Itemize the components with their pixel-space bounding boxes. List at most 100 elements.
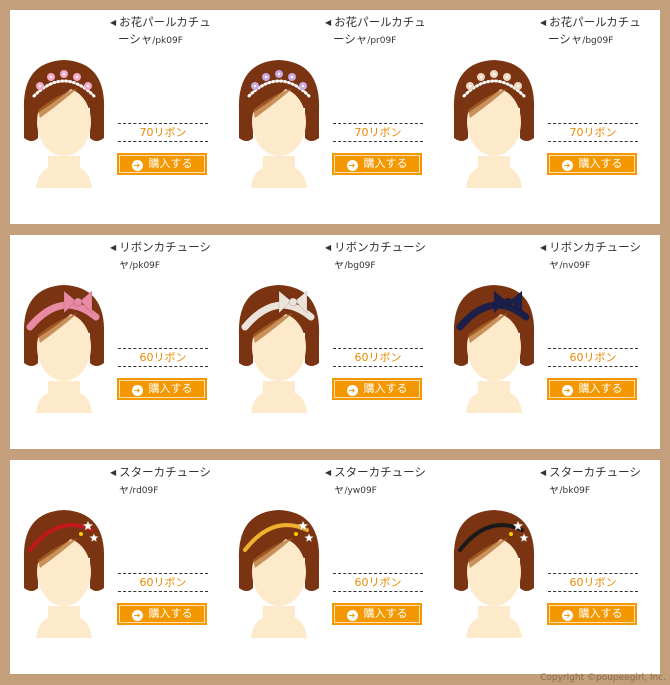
triangle-left-icon: ◀ xyxy=(325,243,332,252)
arrow-right-circle-icon: ➔ xyxy=(561,610,573,621)
product-title-link[interactable]: ◀ お花パールカチュ ーシャ/pk09F xyxy=(110,14,225,49)
arrow-right-circle-icon: ➔ xyxy=(131,160,143,171)
triangle-left-icon: ◀ xyxy=(110,18,117,27)
product-card: ◀ お花パールカチュ ーシャ/pk09F 70リボン ➔ 購入する xyxy=(10,10,225,224)
product-title-link[interactable]: ◀ スターカチューシ ャ/rd09F xyxy=(110,464,225,499)
buy-button-label: 購入する xyxy=(578,607,623,620)
arrow-right-circle-icon: ➔ xyxy=(561,160,573,171)
product-sku: /pk09F xyxy=(129,261,161,271)
product-row: ◀ リボンカチューシ ャ/pk09F 60リボン ➔ 購入する ◀ リボンカチューシ … xyxy=(10,235,660,449)
buy-button-label: 購入する xyxy=(363,607,408,620)
product-name-cont: ーシャ xyxy=(118,32,153,46)
product-card: ◀ リボンカチューシ ャ/bg09F 60リボン ➔ 購入する xyxy=(225,235,440,449)
product-name-cont: ャ xyxy=(548,482,560,496)
product-name: お花パールカチュ xyxy=(334,15,426,29)
triangle-left-icon: ◀ xyxy=(540,243,547,252)
product-card: ◀ スターカチューシ ャ/bk09F 60リボン ➔ 購入する xyxy=(440,460,655,674)
buy-button-label: 購入する xyxy=(148,607,193,620)
buy-button[interactable]: ➔ 購入する xyxy=(332,603,422,625)
product-sku: /bg09F xyxy=(582,36,614,46)
avatar-headband-image[interactable] xyxy=(18,48,110,188)
product-name-cont: ャ xyxy=(333,257,345,271)
buy-button[interactable]: ➔ 購入する xyxy=(117,153,207,175)
price-label: 60リボン xyxy=(333,348,423,367)
triangle-left-icon: ◀ xyxy=(325,18,332,27)
price-label: 60リボン xyxy=(548,348,638,367)
avatar-headband-image[interactable] xyxy=(233,273,325,413)
price-label: 60リボン xyxy=(118,348,208,367)
product-sku: /rd09F xyxy=(129,486,159,496)
product-name-cont: ャ xyxy=(118,257,130,271)
buy-button-label: 購入する xyxy=(578,157,623,170)
arrow-right-circle-icon: ➔ xyxy=(131,610,143,621)
product-name: お花パールカチュ xyxy=(549,15,641,29)
product-card: ◀ お花パールカチュ ーシャ/bg09F 70リボン ➔ 購入する xyxy=(440,10,655,224)
product-sku: /pk09F xyxy=(152,36,183,46)
buy-button[interactable]: ➔ 購入する xyxy=(332,378,422,400)
triangle-left-icon: ◀ xyxy=(325,468,332,477)
copyright-text: Copyright ©poupeegirl, Inc. xyxy=(540,673,666,683)
avatar-headband-image[interactable] xyxy=(448,273,540,413)
price-label: 70リボン xyxy=(548,123,638,142)
triangle-left-icon: ◀ xyxy=(110,243,117,252)
product-title-link[interactable]: ◀ リボンカチューシ ャ/nv09F xyxy=(540,239,655,274)
arrow-right-circle-icon: ➔ xyxy=(346,385,358,396)
avatar-headband-image[interactable] xyxy=(233,48,325,188)
price-label: 70リボン xyxy=(118,123,208,142)
product-name: スターカチューシ xyxy=(549,465,641,479)
triangle-left-icon: ◀ xyxy=(540,18,547,27)
product-name-cont: ャ xyxy=(333,482,345,496)
product-card: ◀ お花パールカチュ ーシャ/pr09F 70リボン ➔ 購入する xyxy=(225,10,440,224)
buy-button[interactable]: ➔ 購入する xyxy=(332,153,422,175)
arrow-right-circle-icon: ➔ xyxy=(131,385,143,396)
triangle-left-icon: ◀ xyxy=(110,468,117,477)
product-name-cont: ーシャ xyxy=(548,32,583,46)
avatar-headband-image[interactable] xyxy=(233,498,325,638)
buy-button[interactable]: ➔ 購入する xyxy=(547,153,637,175)
product-title-link[interactable]: ◀ お花パールカチュ ーシャ/pr09F xyxy=(325,14,440,49)
product-name-cont: ーシャ xyxy=(333,32,368,46)
product-sku: /pr09F xyxy=(367,36,397,46)
product-card: ◀ リボンカチューシ ャ/pk09F 60リボン ➔ 購入する xyxy=(10,235,225,449)
avatar-headband-image[interactable] xyxy=(18,273,110,413)
buy-button[interactable]: ➔ 購入する xyxy=(547,603,637,625)
price-label: 70リボン xyxy=(333,123,423,142)
product-sku: /bg09F xyxy=(344,261,376,271)
buy-button[interactable]: ➔ 購入する xyxy=(117,603,207,625)
arrow-right-circle-icon: ➔ xyxy=(561,385,573,396)
product-sku: /yw09F xyxy=(344,486,377,496)
arrow-right-circle-icon: ➔ xyxy=(346,610,358,621)
product-name: スターカチューシ xyxy=(119,465,211,479)
product-row: ◀ お花パールカチュ ーシャ/pk09F 70リボン ➔ 購入する ◀ お花パールカチ… xyxy=(10,10,660,224)
triangle-left-icon: ◀ xyxy=(540,468,547,477)
buy-button-label: 購入する xyxy=(363,382,408,395)
product-card: ◀ スターカチューシ ャ/rd09F 60リボン ➔ 購入する xyxy=(10,460,225,674)
product-card: ◀ リボンカチューシ ャ/nv09F 60リボン ➔ 購入する xyxy=(440,235,655,449)
product-card: ◀ スターカチューシ ャ/yw09F 60リボン ➔ 購入する xyxy=(225,460,440,674)
price-label: 60リボン xyxy=(548,573,638,592)
product-title-link[interactable]: ◀ スターカチューシ ャ/yw09F xyxy=(325,464,440,499)
product-name: リボンカチューシ xyxy=(334,240,426,254)
avatar-headband-image[interactable] xyxy=(448,498,540,638)
buy-button-label: 購入する xyxy=(363,157,408,170)
buy-button[interactable]: ➔ 購入する xyxy=(547,378,637,400)
buy-button-label: 購入する xyxy=(578,382,623,395)
avatar-headband-image[interactable] xyxy=(18,498,110,638)
price-label: 60リボン xyxy=(118,573,208,592)
price-label: 60リボン xyxy=(333,573,423,592)
product-name: お花パールカチュ xyxy=(119,15,211,29)
buy-button[interactable]: ➔ 購入する xyxy=(117,378,207,400)
arrow-right-circle-icon: ➔ xyxy=(346,160,358,171)
product-title-link[interactable]: ◀ スターカチューシ ャ/bk09F xyxy=(540,464,655,499)
avatar-headband-image[interactable] xyxy=(448,48,540,188)
product-sku: /bk09F xyxy=(559,486,591,496)
product-name: スターカチューシ xyxy=(334,465,426,479)
product-row: ◀ スターカチューシ ャ/rd09F 60リボン ➔ 購入する ◀ スターカチューシ … xyxy=(10,460,660,674)
buy-button-label: 購入する xyxy=(148,382,193,395)
product-title-link[interactable]: ◀ リボンカチューシ ャ/pk09F xyxy=(110,239,225,274)
buy-button-label: 購入する xyxy=(148,157,193,170)
product-sku: /nv09F xyxy=(559,261,591,271)
product-name: リボンカチューシ xyxy=(119,240,211,254)
product-title-link[interactable]: ◀ お花パールカチュ ーシャ/bg09F xyxy=(540,14,655,49)
product-title-link[interactable]: ◀ リボンカチューシ ャ/bg09F xyxy=(325,239,440,274)
